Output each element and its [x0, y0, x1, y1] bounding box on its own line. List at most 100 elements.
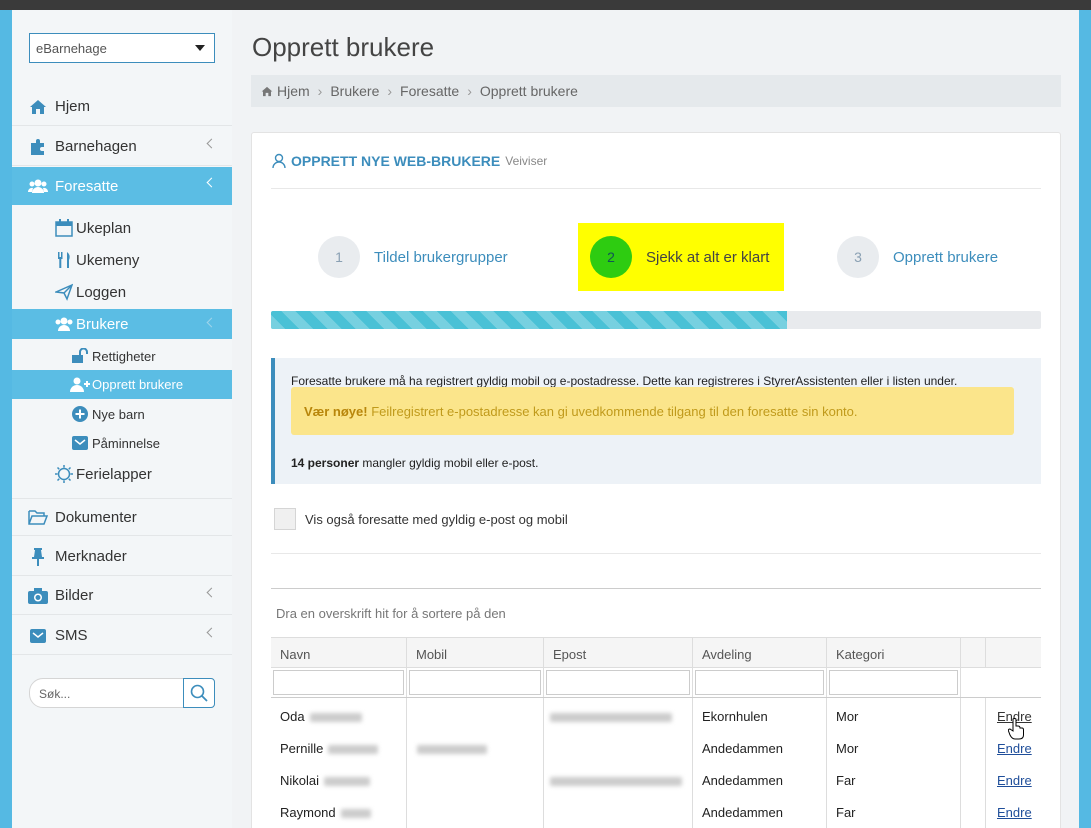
chevron-left-icon [206, 138, 217, 149]
sidebar-item-label: Påminnelse [92, 435, 160, 451]
filter-epost[interactable] [544, 668, 693, 697]
wizard-panel: OPPRETT NYE WEB-BRUKERE Veiviser 1 Tilde… [251, 132, 1061, 828]
column-header-empty [961, 638, 986, 667]
column-header-mobil[interactable]: Mobil [407, 638, 544, 667]
user-icon [272, 153, 286, 169]
warning-text: Feilregistrert e-postadresse kan gi uved… [367, 404, 858, 419]
column-header-navn[interactable]: Navn [271, 638, 407, 667]
sidebar-item-label: Dokumenter [55, 508, 137, 526]
breadcrumb-item: Opprett brukere [479, 83, 578, 99]
hand-cursor-icon [1008, 718, 1024, 740]
sidebar-item-paminnelse[interactable]: Påminnelse [12, 431, 232, 455]
sidebar-item-merknader[interactable]: Merknader [12, 538, 232, 576]
sidebar-item-dokumenter[interactable]: Dokumenter [12, 498, 232, 536]
table-row-name: Oda [280, 709, 362, 724]
sidebar-item-opprett-brukere[interactable]: Opprett brukere [12, 370, 232, 399]
wizard-step-1[interactable]: 1 Tildel brukergrupper [318, 236, 508, 278]
show-valid-checkbox[interactable] [274, 508, 296, 530]
sidebar-item-nye-barn[interactable]: Nye barn [12, 402, 232, 426]
sidebar-item-label: Brukere [76, 315, 129, 333]
kindergarten-select-value: eBarnehage [36, 41, 107, 56]
chevron-right-icon: › [387, 83, 393, 99]
sidebar-item-bilder[interactable]: Bilder [12, 577, 232, 615]
search-placeholder: Søk... [39, 687, 71, 701]
search-button[interactable] [183, 678, 215, 708]
sidebar: eBarnehage Hjem Barnehagen Foresatte Uke… [12, 10, 232, 828]
edit-link[interactable]: Endre [997, 741, 1032, 756]
wizard-progress-bar [271, 311, 1041, 329]
sidebar-item-loggen[interactable]: Loggen [12, 280, 232, 304]
show-valid-checkbox-row[interactable]: Vis også foresatte med gyldig e-post og … [274, 508, 568, 530]
top-bar [0, 0, 1091, 10]
missing-count: 14 personer [291, 456, 360, 470]
edit-link[interactable]: Endre [997, 805, 1032, 820]
table-row-name: Pernille [280, 741, 379, 756]
table-row-email [550, 773, 682, 788]
column-header-avdeling[interactable]: Avdeling [693, 638, 827, 667]
filter-kategori[interactable] [827, 668, 961, 697]
filter-mobil[interactable] [407, 668, 544, 697]
panel-header: OPPRETT NYE WEB-BRUKERE Veiviser [271, 153, 547, 169]
add-user-icon [70, 375, 90, 395]
sidebar-item-sms[interactable]: SMS [12, 617, 232, 655]
sidebar-item-barnehagen[interactable]: Barnehagen [12, 128, 232, 166]
missing-count-text: 14 personer mangler gyldig mobil eller e… [291, 456, 538, 470]
envelope-icon [28, 626, 48, 646]
step-label: Sjekk at alt er klart [646, 248, 770, 266]
sidebar-item-ferielapper[interactable]: Ferielapper [12, 462, 232, 486]
sidebar-item-label: Bilder [55, 587, 94, 604]
sun-icon [54, 464, 74, 484]
column-epost [544, 698, 693, 828]
sidebar-item-label: Foresatte [55, 177, 119, 195]
filter-navn[interactable] [271, 668, 407, 697]
cutlery-icon [54, 250, 74, 270]
panel-subtitle: Veiviser [505, 154, 548, 168]
pin-icon [28, 547, 48, 567]
sidebar-search-input[interactable]: Søk... [29, 678, 215, 708]
table-row-mobile [417, 741, 487, 756]
table-row-category: Mor [836, 741, 859, 756]
table-row-email [550, 709, 672, 724]
chevron-down-icon [195, 45, 205, 51]
step-number: 1 [318, 236, 360, 278]
sidebar-item-label: Ukeplan [76, 219, 132, 237]
column-mobil [407, 698, 544, 828]
sidebar-item-label: Barnehagen [55, 138, 137, 155]
divider [271, 188, 1041, 189]
home-icon [28, 97, 48, 117]
sidebar-item-label: Opprett brukere [92, 377, 184, 392]
sidebar-item-label: Merknader [55, 548, 127, 565]
filter-avdeling[interactable] [693, 668, 827, 697]
main-content: Opprett brukere Hjem › Brukere › Foresat… [232, 10, 1079, 828]
wizard-step-2[interactable]: 2 Sjekk at alt er klart [578, 223, 785, 291]
warning-alert: Vær nøye! Feilregistrert e-postadresse k… [291, 387, 1014, 435]
edit-link[interactable]: Endre [997, 773, 1032, 788]
breadcrumb-item[interactable]: Brukere [330, 83, 379, 99]
camera-icon [28, 586, 48, 606]
sidebar-item-foresatte[interactable]: Foresatte [12, 167, 232, 205]
sidebar-item-ukemeny[interactable]: Ukemeny [12, 248, 232, 272]
sidebar-item-hjem[interactable]: Hjem [12, 88, 232, 126]
right-border [1079, 10, 1091, 828]
column-header-kategori[interactable]: Kategori [827, 638, 961, 667]
chevron-left-icon [206, 587, 217, 598]
breadcrumb-item[interactable]: Hjem [277, 83, 310, 99]
envelope-icon [70, 433, 90, 453]
step-label: Tildel brukergrupper [374, 248, 508, 266]
wizard-step-3[interactable]: 3 Opprett brukere [837, 236, 998, 278]
breadcrumb: Hjem › Brukere › Foresatte › Opprett bru… [251, 75, 1061, 107]
paper-plane-icon [54, 282, 74, 302]
breadcrumb-item[interactable]: Foresatte [400, 83, 459, 99]
sidebar-item-ukeplan[interactable]: Ukeplan [12, 216, 232, 240]
group-drop-area[interactable]: Dra en overskrift hit for å sortere på d… [276, 606, 506, 621]
warning-bold: Vær nøye! [304, 404, 368, 419]
progress-fill [271, 311, 787, 329]
kindergarten-select[interactable]: eBarnehage [29, 33, 215, 63]
missing-count-suffix: mangler gyldig mobil eller e-post. [359, 456, 539, 470]
column-header-epost[interactable]: Epost [544, 638, 693, 667]
grid-filter-row [271, 668, 1041, 698]
sidebar-item-rettigheter[interactable]: Rettigheter [12, 344, 232, 368]
sidebar-item-brukere[interactable]: Brukere [12, 309, 232, 339]
sidebar-item-label: Ferielapper [76, 465, 152, 483]
page-title: Opprett brukere [252, 32, 435, 62]
